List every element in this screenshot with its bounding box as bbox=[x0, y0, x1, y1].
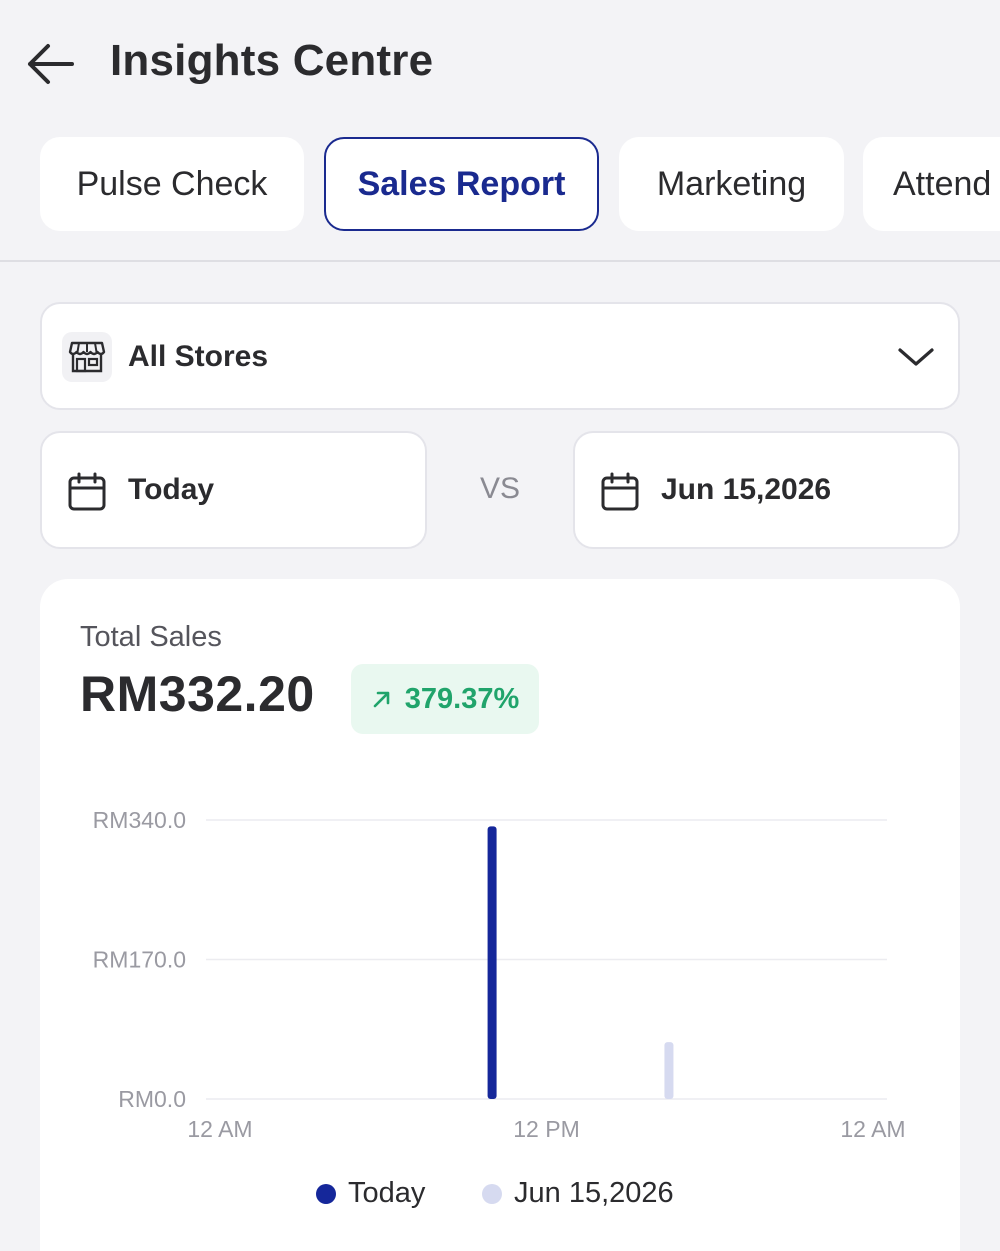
header-divider bbox=[0, 260, 1000, 262]
legend-item-compare: Jun 15,2026 bbox=[482, 1177, 674, 1210]
calendar-icon bbox=[68, 472, 106, 511]
calendar-icon bbox=[601, 472, 639, 511]
date-compare-label: Jun 15,2026 bbox=[661, 473, 832, 506]
date-current-label: Today bbox=[128, 473, 215, 506]
app-root: Insights Centre Pulse Check Sales Report… bbox=[0, 0, 1000, 1251]
store-icon-container bbox=[62, 332, 112, 382]
tab-pulse-check[interactable]: Pulse Check bbox=[40, 137, 304, 231]
y-tick-label: RM340.0 bbox=[93, 807, 186, 833]
chevron-down-icon bbox=[898, 348, 934, 366]
tab-marketing[interactable]: Marketing bbox=[619, 137, 844, 231]
vs-label: VS bbox=[479, 472, 521, 505]
date-picker-compare[interactable]: Jun 15,2026 bbox=[573, 431, 960, 549]
arrow-left-icon bbox=[28, 44, 74, 84]
y-tick-label: RM170.0 bbox=[93, 947, 186, 973]
tab-attendance[interactable]: Attend bbox=[863, 137, 1000, 231]
store-selector[interactable]: All Stores bbox=[40, 302, 960, 410]
tab-bar: Pulse Check Sales Report Marketing Atten… bbox=[0, 137, 1000, 231]
bar-today bbox=[487, 826, 497, 1099]
legend-label-compare: Jun 15,2026 bbox=[514, 1177, 674, 1209]
legend-dot-today bbox=[316, 1183, 336, 1204]
tab-sales-report[interactable]: Sales Report bbox=[324, 137, 599, 231]
x-tick-label: 12 AM bbox=[840, 1116, 905, 1142]
x-tick-label: 12 PM bbox=[513, 1116, 579, 1142]
total-sales-card: Total Sales RM332.20 379.37% RM340.0 RM17… bbox=[40, 579, 960, 1251]
bar-compare bbox=[664, 1042, 674, 1099]
page-title: Insights Centre bbox=[110, 36, 434, 85]
store-selector-label: All Stores bbox=[128, 340, 269, 373]
sales-chart: RM340.0RM170.0RM0.012 AM 12 PM 12 AM bbox=[93, 807, 906, 1142]
store-icon bbox=[68, 341, 106, 373]
legend-item-today: Today bbox=[316, 1177, 425, 1210]
date-picker-current[interactable]: Today bbox=[40, 431, 427, 549]
x-tick-label: 12 AM bbox=[187, 1116, 252, 1142]
header: Insights Centre bbox=[0, 0, 1000, 130]
back-button[interactable] bbox=[22, 38, 78, 90]
legend-label-today: Today bbox=[348, 1177, 426, 1209]
y-tick-label: RM0.0 bbox=[118, 1086, 186, 1112]
legend-dot-compare bbox=[482, 1183, 502, 1204]
